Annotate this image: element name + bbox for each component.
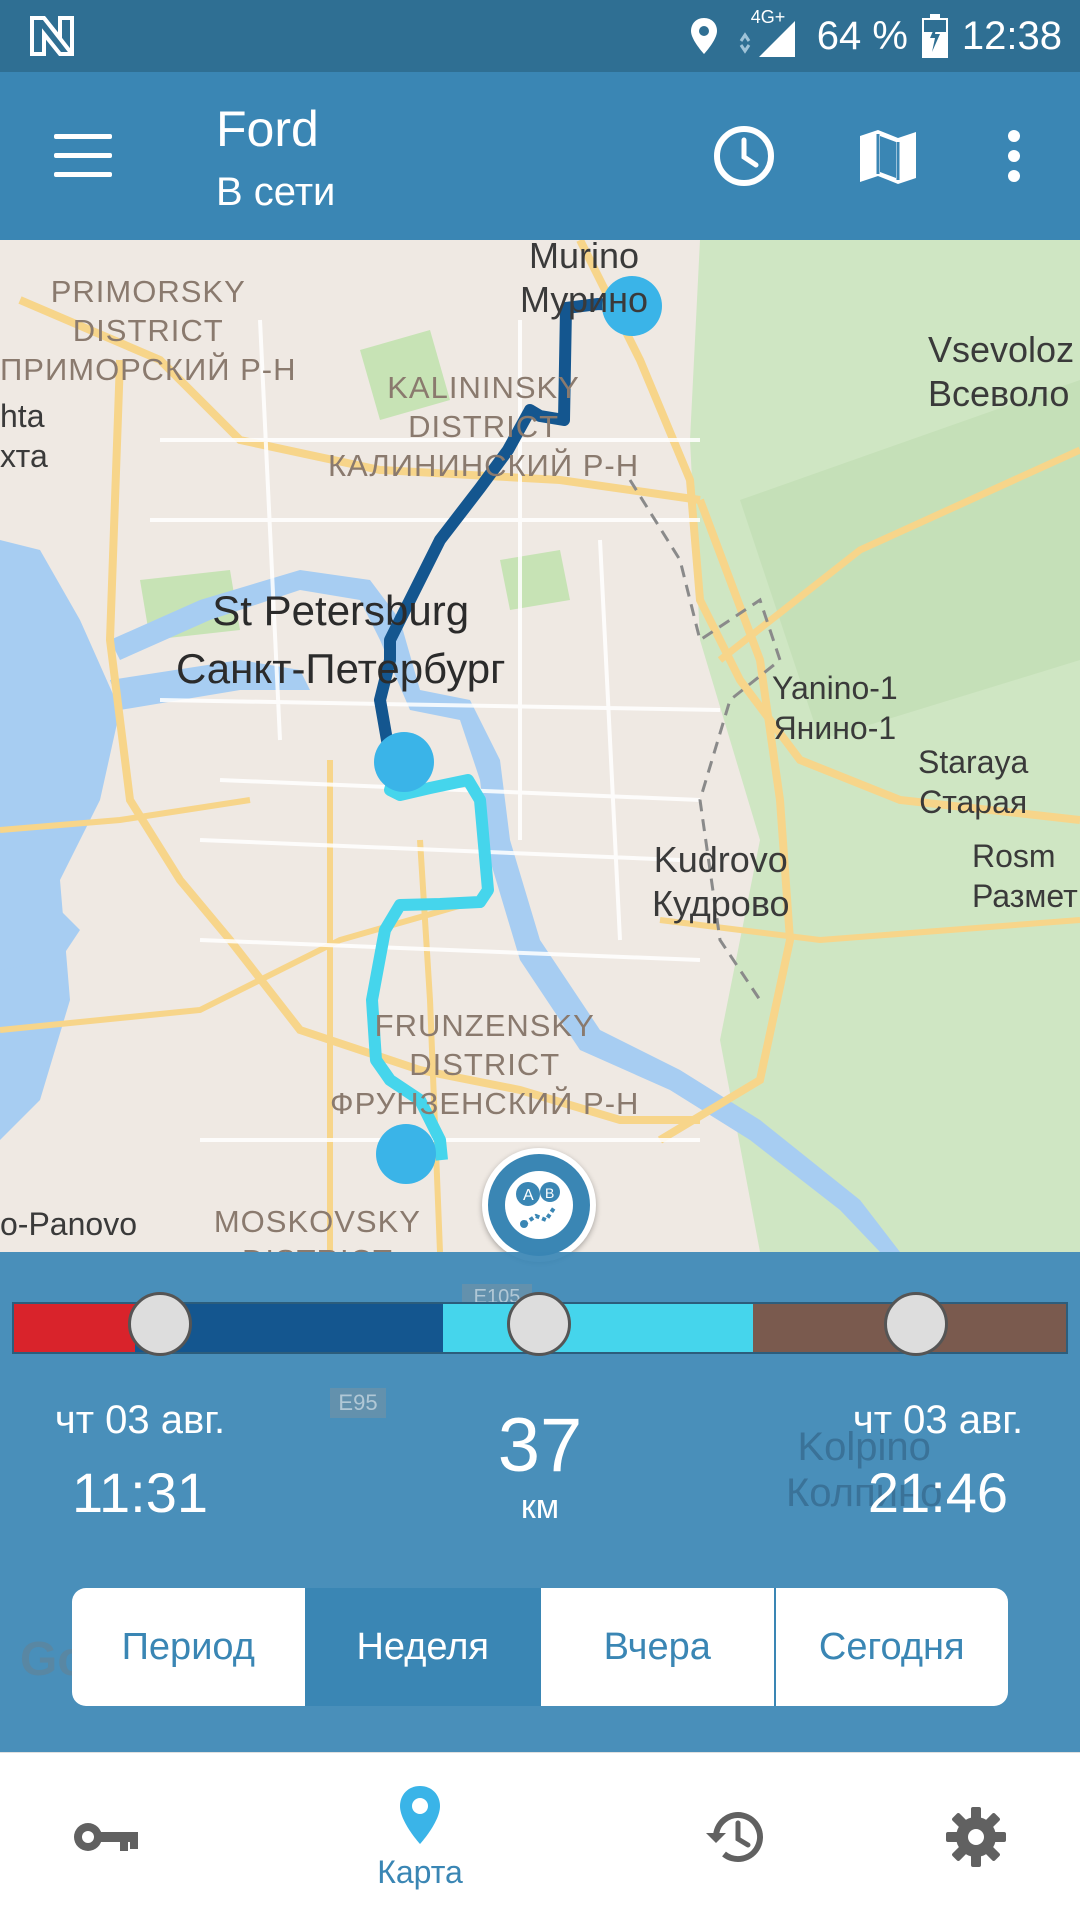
clock: 12:38 [961,13,1062,58]
end-time: 21:46 [867,1461,1009,1524]
nav-item-history[interactable] [626,1753,846,1920]
park-area [500,550,570,610]
period-button-today[interactable]: Сегодня [776,1588,1009,1706]
network-type: 4G+ [750,7,786,27]
period-button-week[interactable]: Неделя [306,1588,541,1706]
map-label-vsevoloz: Vsevoloz Всеволо [928,329,1075,414]
app-bar: Ford В сети [0,72,1080,240]
period-selector: Период Неделя Вчера Сегодня [72,1588,1008,1706]
vehicle-status: В сети [216,170,336,214]
history-clock-icon[interactable] [712,124,776,188]
nav-item-settings[interactable] [866,1753,1080,1920]
gulf-water [0,540,120,1140]
notification-n-icon [30,16,74,56]
key-icon [74,1823,138,1851]
gear-icon [946,1807,1006,1867]
map-pin-icon [400,1785,440,1844]
timeline-segment [14,1304,135,1352]
map-label-panovo: o-Panovo o-Паново [0,1206,139,1252]
location-icon [690,18,717,54]
map-icon[interactable] [856,124,920,188]
map-label-primorsky: PRIMORSKY DISTRICT ПРИМОРСКИЙ Р-Н [0,274,297,387]
battery-charging-icon [921,14,948,58]
menu-icon[interactable] [54,134,112,178]
route-point-marker[interactable] [376,1124,436,1184]
map-label-kudrovo: Kudrovo Кудрово [652,839,790,924]
nav-label-map: Карта [377,1853,463,1890]
map-label-frunzensky: FRUNZENSKY DISTRICT ФРУНЗЕНСКИЙ Р-Н [330,1008,640,1121]
map-label-kalininsky: KALININSKY DISTRICT КАЛИНИНСКИЙ Р-Н [328,370,640,483]
distance-value: 37 [497,1403,583,1488]
nav-item-map[interactable]: Карта [310,1753,530,1920]
map-label-murino: Murino Мурино [520,240,649,320]
highway-shield: E95 [330,1388,386,1418]
timeline-segment [443,1304,753,1352]
period-button-yesterday[interactable]: Вчера [541,1588,776,1706]
ab-route-icon: A B [505,1171,573,1239]
history-icon [706,1812,763,1863]
bottom-navigation: Карта [0,1752,1080,1920]
map-label-st-petersburg: St Petersburg Санкт-Петербург [176,587,506,692]
distance-unit: км [520,1488,560,1526]
gulf-water [0,890,80,970]
signal-icon: 4G+ [733,7,803,61]
start-date: чт 03 авг. [54,1398,226,1442]
map-label-moskovsky: MOSKOVSKY DISTRICT МОСКОВСКИЙ Р-Н [213,1204,421,1252]
map-label-rosm: Rosm Размет [972,838,1078,914]
map-view[interactable]: Murino Мурино PRIMORSKY DISTRICT ПРИМОРС… [0,240,1080,1252]
svg-text:B: B [545,1185,554,1201]
map-label-lakhta: hta хта [0,398,48,474]
svg-text:A: A [523,1187,534,1204]
nav-item-keys[interactable] [0,1753,216,1920]
status-bar: 4G+ 64 % 12:38 [0,0,1080,72]
end-date: чт 03 авг. [852,1398,1024,1442]
map-label-yanino: Yanino-1 Янино-1 [772,670,898,746]
start-time: 11:31 [72,1461,208,1524]
route-info-panel: E95 E105 Kolpino Колпино Google чт 03 ав… [0,1252,1080,1752]
period-button-custom[interactable]: Период [72,1588,307,1706]
ab-route-button[interactable]: A B [482,1148,596,1262]
battery-percent: 64 % [816,13,908,58]
route-point-marker[interactable] [374,732,434,792]
more-options-icon[interactable] [990,124,1038,188]
timeline-handle[interactable] [128,1292,192,1356]
vehicle-name: Ford [216,101,319,157]
map-label-staraya: Staraya Старая [918,744,1029,820]
timeline-handle[interactable] [884,1292,948,1356]
timeline-handle[interactable] [507,1292,571,1356]
